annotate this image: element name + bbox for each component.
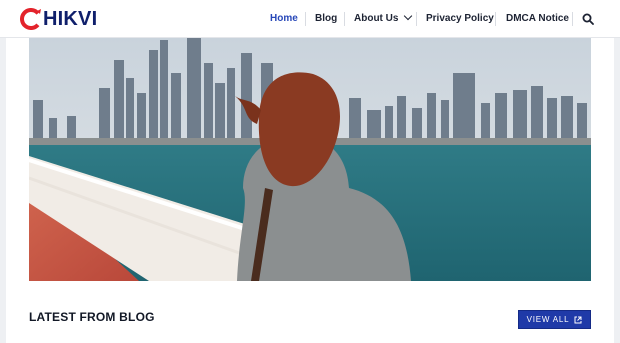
logo-text: HIKVI (43, 8, 98, 30)
hero-photo (29, 38, 591, 281)
external-link-icon (574, 316, 582, 323)
hero-image[interactable] (29, 38, 591, 281)
nav-privacy-policy[interactable]: Privacy Policy (426, 13, 494, 25)
chevron-down-icon (404, 11, 413, 21)
nav-divider (572, 12, 573, 26)
nav-about-us[interactable]: About Us (354, 11, 413, 25)
nav-dmca-notice[interactable]: DMCA Notice (506, 13, 569, 25)
view-all-button[interactable]: VIEW ALL (518, 310, 591, 329)
nav-divider (344, 12, 345, 26)
nav-divider (495, 12, 496, 26)
logo-mark-icon (20, 8, 42, 30)
site-logo[interactable]: HIKVI (20, 7, 97, 31)
nav-divider (416, 12, 417, 26)
latest-from-blog-heading: LATEST FROM BLOG (29, 310, 155, 324)
nav-divider (305, 12, 306, 26)
nav-home[interactable]: Home (270, 13, 298, 25)
site-header: HIKVI Home Blog About Us Privacy Policy … (0, 0, 620, 38)
nav-blog[interactable]: Blog (315, 13, 337, 25)
search-icon[interactable] (582, 13, 594, 25)
nav-about-us-label: About Us (354, 13, 399, 24)
view-all-label: VIEW ALL (526, 315, 570, 324)
